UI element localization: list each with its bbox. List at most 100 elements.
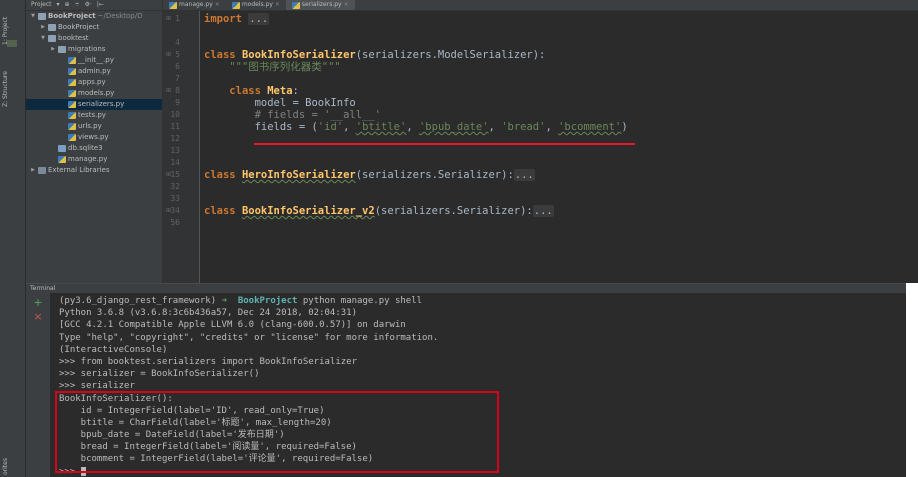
tree-item[interactable]: __init__.py xyxy=(26,55,162,66)
tree-item[interactable]: tests.py xyxy=(26,110,162,121)
class-base: (serializers.ModelSerializer): xyxy=(355,49,546,61)
expand-arrow-icon[interactable]: ▶ xyxy=(40,22,46,33)
tree-item-label: BookProject xyxy=(58,23,100,31)
editor-tab[interactable]: models.py × xyxy=(226,0,286,10)
tree-item[interactable]: ▼ booktest xyxy=(26,33,162,44)
fields-prefix: fields = ( xyxy=(254,121,318,133)
meta-colon: : xyxy=(292,85,299,97)
project-tool-button[interactable]: 1: Project xyxy=(2,3,22,45)
fold-toggle-icon[interactable]: ⊞ xyxy=(166,49,171,61)
python-file-icon xyxy=(68,79,76,86)
tree-item-label: admin.py xyxy=(78,67,111,75)
tree-item-label: urls.py xyxy=(78,122,102,130)
folded-imports[interactable]: ... xyxy=(248,13,270,25)
code-editor[interactable]: import ... class BookInfoSerializer(seri… xyxy=(200,11,918,283)
expand-arrow-icon[interactable]: ▶ xyxy=(50,44,56,55)
terminal-line: >>> serializer = BookInfoSerializer() xyxy=(59,369,260,380)
gear-icon[interactable]: ⚙· xyxy=(85,0,92,10)
fold-toggle-icon[interactable]: ⊞ xyxy=(166,169,171,181)
tree-item[interactable]: ▼ BookProject ~/Desktop/D xyxy=(26,11,162,22)
editor-tab[interactable]: serializers.py × xyxy=(285,0,355,10)
prompt-env: (py3.6_django_rest_framework) xyxy=(59,296,217,306)
line-number: 4 xyxy=(175,38,180,47)
tree-item[interactable]: ▶ migrations xyxy=(26,44,162,55)
class-keyword: class xyxy=(204,49,236,61)
line-number: 13 xyxy=(170,146,180,155)
page-margin xyxy=(906,283,918,477)
folded-hero-body[interactable]: ... xyxy=(513,169,535,181)
terminal-line: [GCC 4.2.1 Compatible Apple LLVM 6.0 (cl… xyxy=(59,320,406,331)
code-line-class-bookinfo[interactable]: class BookInfoSerializer(serializers.Mod… xyxy=(204,49,545,61)
editor-tab[interactable]: manage.py × xyxy=(163,0,226,10)
code-line-fields-comment[interactable]: # fields = '__all__' xyxy=(204,109,381,121)
code-line-docstring[interactable]: """图书序列化器类""" xyxy=(204,61,340,73)
code-line-meta[interactable]: class Meta: xyxy=(204,85,299,97)
line-number: 33 xyxy=(170,194,180,203)
close-tab-icon[interactable]: × xyxy=(275,0,280,10)
favorites-tool-button[interactable]: orites xyxy=(2,455,22,475)
field-separator: , xyxy=(343,121,356,133)
line-number: 34 xyxy=(170,206,180,215)
tree-item-label: db.sqlite3 xyxy=(68,144,103,152)
python-file-icon xyxy=(68,134,76,141)
tree-item-label: apps.py xyxy=(78,78,106,86)
tree-item-label: views.py xyxy=(78,133,109,141)
tree-item[interactable]: ▶ BookProject xyxy=(26,22,162,33)
line-number: 7 xyxy=(175,74,180,83)
prompt-project: BookProject xyxy=(237,296,298,306)
project-view-dropdown[interactable]: Project xyxy=(31,0,52,10)
folded-v2-body[interactable]: ... xyxy=(532,205,554,217)
close-tab-icon[interactable]: × xyxy=(215,0,220,10)
tree-item[interactable]: views.py xyxy=(26,132,162,143)
python-file-icon xyxy=(68,112,76,119)
code-line-class-hero[interactable]: class HeroInfoSerializer(serializers.Ser… xyxy=(204,169,535,181)
tree-item-label: serializers.py xyxy=(78,100,125,108)
python-file-icon xyxy=(231,1,240,9)
tree-item[interactable]: urls.py xyxy=(26,121,162,132)
library-icon xyxy=(38,167,46,174)
tree-item[interactable]: models.py xyxy=(26,88,162,99)
fold-toggle-icon[interactable]: ⊞ xyxy=(166,85,171,97)
tree-item[interactable]: admin.py xyxy=(26,66,162,77)
tree-item-label: migrations xyxy=(68,45,106,53)
field-separator: , xyxy=(488,121,502,133)
close-tab-icon[interactable]: × xyxy=(344,0,349,10)
meta-class-name: Meta xyxy=(267,85,293,97)
expand-arrow-icon[interactable]: ▼ xyxy=(30,11,36,22)
terminal-prompt-line: (py3.6_django_rest_framework) ➜ BookProj… xyxy=(59,295,909,307)
expand-arrow-icon[interactable]: ▶ xyxy=(30,165,36,176)
tree-item[interactable]: serializers.py xyxy=(26,99,162,110)
tree-item-label: manage.py xyxy=(68,155,108,163)
fold-toggle-icon[interactable]: ⊞ xyxy=(166,205,171,217)
tree-item[interactable]: ▶ External Libraries xyxy=(26,165,162,176)
tree-item[interactable]: db.sqlite3 xyxy=(26,143,162,154)
class-keyword-meta: class xyxy=(229,85,261,97)
folder-icon xyxy=(48,24,56,31)
tree-item[interactable]: manage.py xyxy=(26,154,162,165)
close-session-icon[interactable]: × xyxy=(32,311,44,322)
folder-icon xyxy=(38,13,46,20)
python-file-icon xyxy=(68,68,76,75)
field-separator: , xyxy=(545,121,559,133)
scroll-from-source-icon[interactable]: ⊕ xyxy=(65,0,70,10)
code-line-model[interactable]: model = BookInfo xyxy=(204,97,356,109)
dropdown-chevron-icon[interactable]: ▾ xyxy=(57,0,60,10)
tree-item-label: models.py xyxy=(78,89,115,97)
code-line-class-bookinfo-v2[interactable]: class BookInfoSerializer_v2(serializers.… xyxy=(204,205,554,217)
line-number: 15 xyxy=(170,170,180,179)
hide-panel-icon[interactable]: |← xyxy=(97,0,104,10)
terminal-toolbar: + × xyxy=(26,293,50,477)
tree-item-label: tests.py xyxy=(78,111,106,119)
field-btitle: 'btitle' xyxy=(355,121,407,133)
code-line-import[interactable]: import ... xyxy=(204,13,270,25)
fold-toggle-icon[interactable]: ⊞ xyxy=(166,13,171,25)
python-file-icon xyxy=(68,90,76,97)
structure-tool-button[interactable]: Z: Structure xyxy=(2,52,22,107)
tree-item-label: External Libraries xyxy=(48,166,110,174)
new-session-icon[interactable]: + xyxy=(32,297,44,308)
tree-item[interactable]: apps.py xyxy=(26,77,162,88)
collapse-all-icon[interactable]: ÷ xyxy=(75,0,80,10)
expand-arrow-icon[interactable]: ▼ xyxy=(40,33,46,44)
code-line-fields[interactable]: fields = ('id', 'btitle', 'bpub_date', '… xyxy=(204,121,628,133)
field-bread: 'bread' xyxy=(501,121,546,133)
